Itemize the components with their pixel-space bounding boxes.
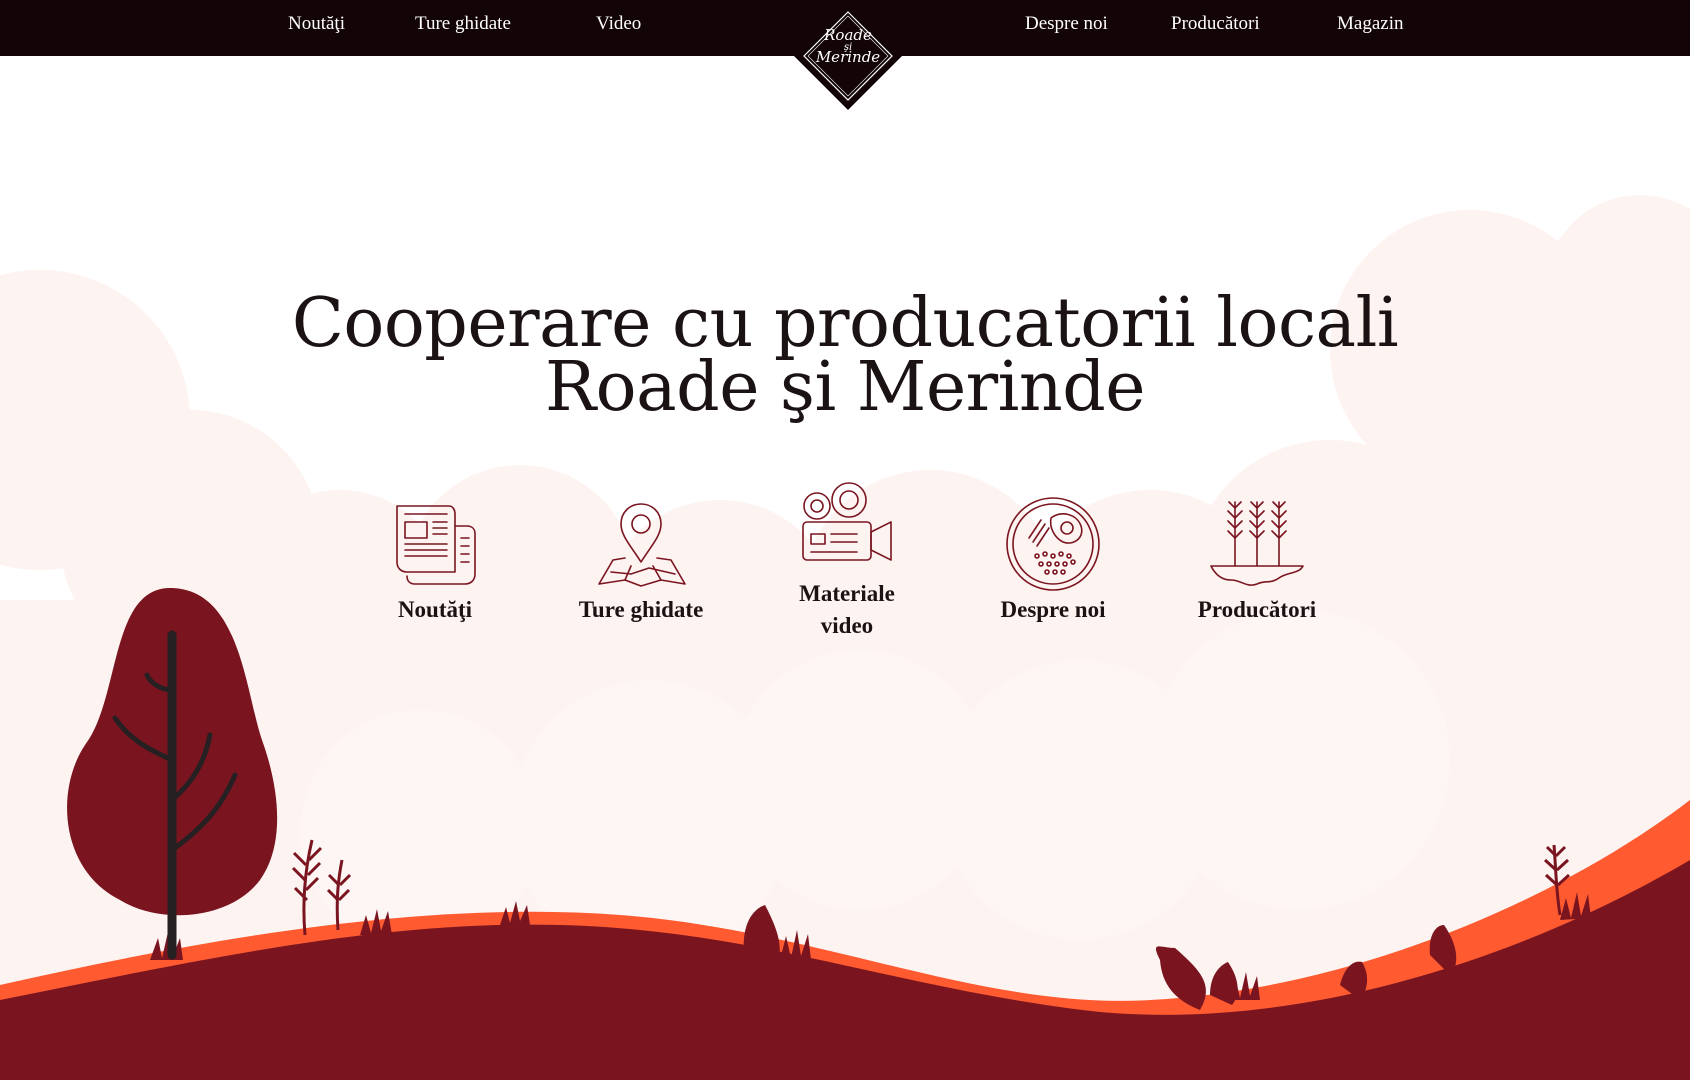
feature-despre-noi[interactable]: Despre noi xyxy=(968,494,1138,626)
nav-link-ture-ghidate[interactable]: Ture ghidate xyxy=(415,0,511,50)
feature-label-materiale-video: Materiale video xyxy=(799,581,895,638)
feature-label-noutati: Noutăţi xyxy=(397,597,473,622)
video-camera-icon xyxy=(802,482,892,561)
plate-icon xyxy=(1006,497,1100,591)
map-pin-icon xyxy=(598,503,686,587)
feature-materiale-video[interactable]: Materiale video xyxy=(762,482,932,642)
logo-text-merinde: Merinde xyxy=(815,48,881,66)
hero-title-line-1: Cooperare cu producatorii locali xyxy=(291,284,1399,363)
brand-logo[interactable]: Roade şi Merinde xyxy=(792,0,904,112)
feature-ture-ghidate[interactable]: Ture ghidate xyxy=(556,494,726,626)
feature-producatori[interactable]: Producători xyxy=(1172,494,1342,626)
nav-link-producatori[interactable]: Producători xyxy=(1171,0,1260,50)
feature-label-producatori: Producători xyxy=(1197,597,1317,622)
nav-link-video[interactable]: Video xyxy=(596,0,641,50)
nav-link-noutati[interactable]: Noutăţi xyxy=(288,0,345,50)
hero-title-line-2: Roade şi Merinde xyxy=(544,348,1146,427)
wheat-icon xyxy=(1210,501,1304,586)
feature-label-despre-noi: Despre noi xyxy=(1000,597,1106,622)
newspaper-icon xyxy=(396,505,476,585)
hero-title: Cooperare cu producatorii locali Roade ş… xyxy=(0,284,1690,427)
nav-link-despre-noi[interactable]: Despre noi xyxy=(1025,0,1108,50)
nav-link-magazin[interactable]: Magazin xyxy=(1337,0,1403,50)
feature-noutati[interactable]: Noutăţi xyxy=(350,494,520,626)
feature-label-ture-ghidate: Ture ghidate xyxy=(578,597,704,622)
